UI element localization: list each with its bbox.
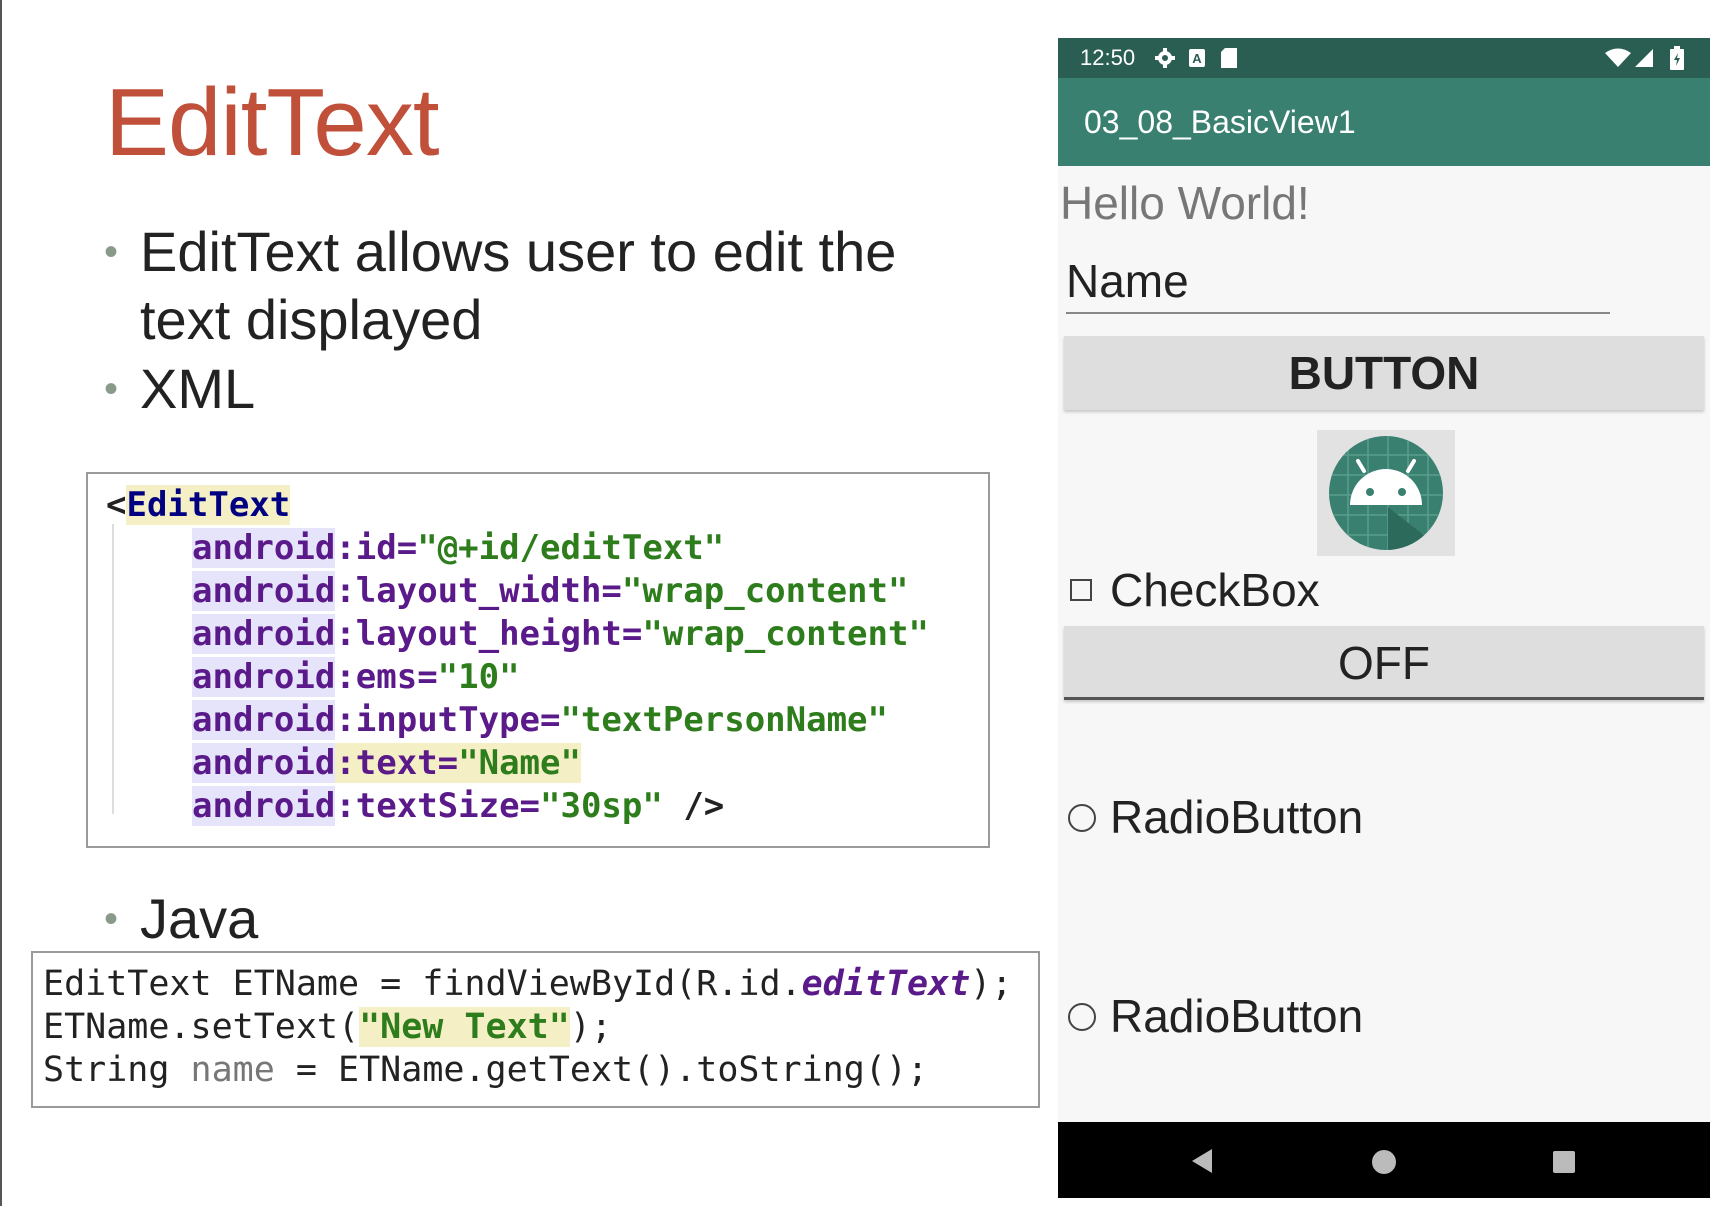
xml-line-6: android:inputType="textPersonName" xyxy=(192,700,888,740)
sd-card-icon xyxy=(1221,48,1237,68)
bullet-text-line1: EditText allows user to edit the xyxy=(140,220,897,283)
bullet-dot: • xyxy=(104,230,119,274)
xml-line-5: android:ems="10" xyxy=(192,657,520,697)
bullet-dot: • xyxy=(104,897,119,941)
recents-icon[interactable] xyxy=(1552,1150,1576,1174)
bullet-xml-label: XML xyxy=(140,357,256,420)
xml-line-3: android:layout_width="wrap_content" xyxy=(192,571,909,611)
hello-world-text: Hello World! xyxy=(1060,177,1310,229)
android-logo-icon xyxy=(1329,436,1443,550)
radio-button-1-label: RadioButton xyxy=(1110,791,1364,843)
xml-indent-guide xyxy=(112,524,114,814)
toggle-button-label: OFF xyxy=(1338,637,1430,689)
java-line-1: EditText ETName = findViewById(R.id.edit… xyxy=(43,964,1013,1004)
radio-circle-icon xyxy=(1068,804,1096,832)
back-icon[interactable] xyxy=(1190,1148,1214,1174)
xml-line-1: <EditText xyxy=(106,485,291,525)
xml-line-4: android:layout_height="wrap_content" xyxy=(192,614,929,654)
signal-icon xyxy=(1635,49,1653,67)
java-code-block: EditText ETName = findViewById(R.id.edit… xyxy=(31,951,1040,1108)
java-line-2: ETName.setText("New Text"); xyxy=(43,1007,612,1047)
navigation-bar xyxy=(1058,1122,1710,1198)
image-view[interactable] xyxy=(1317,430,1455,556)
bullet-dot: • xyxy=(104,367,119,411)
toggle-indicator-bar xyxy=(1064,697,1704,700)
xml-code-block: <EditText android:id="@+id/editText" and… xyxy=(86,472,990,848)
a-notification-icon: A xyxy=(1189,49,1205,67)
xml-line-7: android:text="Name" xyxy=(192,743,581,783)
slide-title: EditText xyxy=(105,69,439,176)
status-bar: 12:50 A xyxy=(1058,38,1710,78)
checkbox-label: CheckBox xyxy=(1110,564,1320,616)
checkbox-box-icon xyxy=(1070,579,1092,601)
xml-line-8: android:textSize="30sp" /> xyxy=(192,786,725,826)
svg-text:A: A xyxy=(1192,51,1202,66)
toggle-button[interactable]: OFF xyxy=(1064,626,1704,700)
name-edittext-value: Name xyxy=(1066,255,1189,307)
xml-line-2: android:id="@+id/editText" xyxy=(192,528,725,568)
gear-icon xyxy=(1155,48,1175,68)
status-time: 12:50 xyxy=(1080,45,1136,70)
home-icon[interactable] xyxy=(1371,1149,1397,1175)
android-phone-screen: 12:50 A 03_08_BasicView1 Hello World! Na… xyxy=(1058,38,1710,1198)
bullet-java-label: Java xyxy=(140,887,259,950)
radio-button-2-label: RadioButton xyxy=(1110,990,1364,1042)
app-bar: 03_08_BasicView1 xyxy=(1058,78,1710,166)
slide-left-border xyxy=(0,0,2,1206)
battery-icon xyxy=(1670,46,1684,70)
button[interactable]: BUTTON xyxy=(1064,336,1704,410)
app-title: 03_08_BasicView1 xyxy=(1084,104,1356,140)
java-line-3: String name = ETName.getText().toString(… xyxy=(43,1050,929,1090)
bullet-text-line2: text displayed xyxy=(140,288,483,351)
name-edittext[interactable]: Name xyxy=(1066,254,1610,314)
wifi-icon xyxy=(1605,48,1631,67)
radio-circle-icon xyxy=(1068,1003,1096,1031)
